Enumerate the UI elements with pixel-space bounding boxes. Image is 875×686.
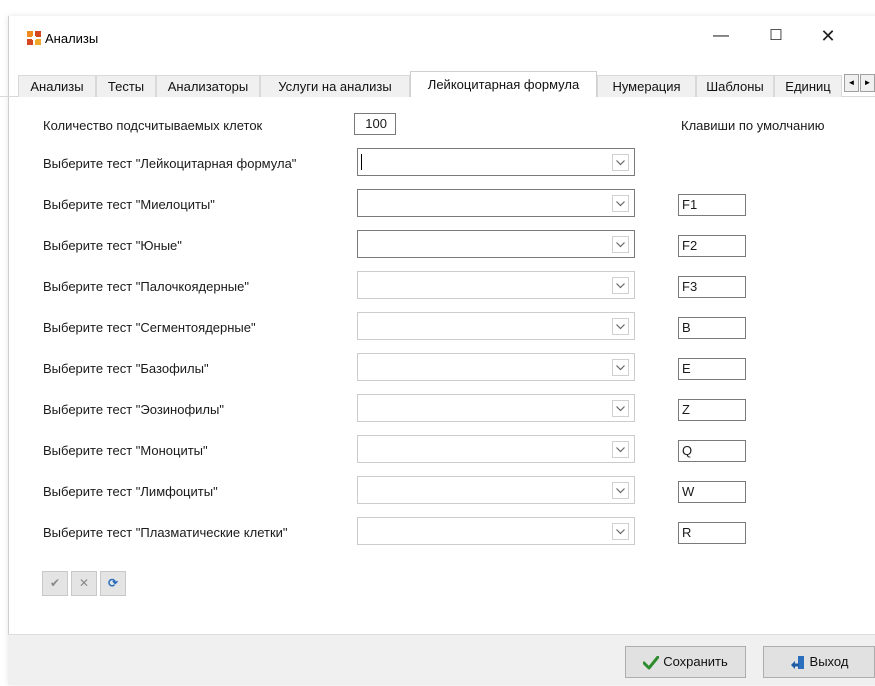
tab-7[interactable]: Шаблоны [696,75,774,97]
title-bar: Анализы — ☐ ✕ [9,16,875,58]
test-select-label: Выберите тест "Палочкоядерные" [43,279,249,294]
tab-5[interactable]: Лейкоцитарная формула [410,71,597,97]
shortcut-key-input[interactable]: E [678,358,746,380]
chevron-down-icon [616,283,625,289]
dropdown-button[interactable] [612,482,629,499]
shortcut-key-input[interactable]: Z [678,399,746,421]
main-window: Анализы — ☐ ✕ [8,16,875,685]
tab-6[interactable]: Нумерация [597,75,696,97]
exit-label: Выход [809,654,849,669]
dropdown-button[interactable] [612,359,629,376]
chevron-down-icon [616,447,625,453]
tab-3[interactable]: Анализаторы [156,75,260,97]
chevron-down-icon [616,365,625,371]
maximize-button[interactable]: ☐ [761,24,791,48]
shortcut-key-input[interactable]: W [678,481,746,503]
cell-count-label: Количество подсчитываемых клеток [43,118,263,133]
exit-icon [790,655,804,669]
shortcut-key-input[interactable]: B [678,317,746,339]
test-select-label: Выберите тест "Миелоциты" [43,197,215,212]
chevron-down-icon [616,488,625,494]
test-select-combobox[interactable] [357,148,635,176]
tab-2[interactable]: Тесты [96,75,156,97]
tab-scroll-left-button[interactable]: ◄ [844,74,859,92]
chevron-down-icon [616,242,625,248]
save-button[interactable]: Сохранить [625,646,746,678]
chevron-down-icon [616,529,625,535]
lab-app-icon [27,31,41,45]
test-select-combobox[interactable] [357,476,635,504]
default-keys-header: Клавиши по умолчанию [681,118,825,133]
chevron-down-icon [616,324,625,330]
dropdown-button[interactable] [612,318,629,335]
refresh-icon: ⟳ [107,576,119,590]
apply-button[interactable]: ✔ [42,571,68,596]
minimize-button[interactable]: — [706,24,736,48]
shortcut-key-input[interactable]: R [678,522,746,544]
chevron-down-icon [616,201,625,207]
test-select-label: Выберите тест "Плазматические клетки" [43,525,288,540]
dropdown-button[interactable] [612,195,629,212]
test-select-label: Выберите тест "Сегментоядерные" [43,320,256,335]
test-select-combobox[interactable] [357,230,635,258]
test-select-combobox[interactable] [357,394,635,422]
dropdown-button[interactable] [612,236,629,253]
test-select-combobox[interactable] [357,312,635,340]
test-select-combobox[interactable] [357,189,635,217]
tab-scroll-right-button[interactable]: ► [860,74,875,92]
save-label: Сохранить [663,654,728,669]
text-cursor [361,154,362,170]
test-select-label: Выберите тест "Моноциты" [43,443,208,458]
x-icon: ✕ [78,576,90,590]
dropdown-button[interactable] [612,523,629,540]
test-select-label: Выберите тест "Базофилы" [43,361,209,376]
shortcut-key-input[interactable]: F2 [678,235,746,257]
dropdown-button[interactable] [612,154,629,171]
chevron-down-icon [616,160,625,166]
exit-button[interactable]: Выход [763,646,875,678]
shortcut-key-input[interactable]: F1 [678,194,746,216]
test-select-combobox[interactable] [357,435,635,463]
cell-count-input[interactable]: 100 [354,113,396,135]
window-title: Анализы [45,31,99,46]
test-select-label: Выберите тест "Юные" [43,238,182,253]
chevron-down-icon [616,406,625,412]
test-select-label: Выберите тест "Лимфоциты" [43,484,218,499]
test-select-label: Выберите тест "Лейкоцитарная формула" [43,156,297,171]
tab-1[interactable]: Анализы [18,75,96,97]
test-select-combobox[interactable] [357,517,635,545]
shortcut-key-input[interactable]: Q [678,440,746,462]
test-select-label: Выберите тест "Эозинофилы" [43,402,224,417]
cancel-button[interactable]: ✕ [71,571,97,596]
dropdown-button[interactable] [612,400,629,417]
dropdown-button[interactable] [612,277,629,294]
refresh-button[interactable]: ⟳ [100,571,126,596]
checkmark-icon [643,655,660,670]
test-select-combobox[interactable] [357,353,635,381]
tab-4[interactable]: Услуги на анализы [260,75,410,97]
dropdown-button[interactable] [612,441,629,458]
shortcut-key-input[interactable]: F3 [678,276,746,298]
test-select-combobox[interactable] [357,271,635,299]
check-icon: ✔ [49,576,61,590]
tab-8[interactable]: Единиц [774,75,842,97]
close-button[interactable]: ✕ [813,24,843,48]
